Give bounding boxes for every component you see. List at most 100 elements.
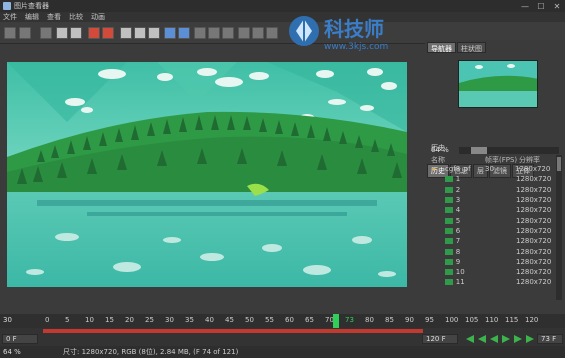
timeline-ruler[interactable]: 30 0 5 10 15 20 25 30 35 40 45 50 55 60 65 70 73 80 85 90 9… xyxy=(0,314,565,328)
history-frame-row[interactable]: 9 1280x720 xyxy=(431,257,559,267)
menu-file[interactable]: 文件 xyxy=(3,12,17,22)
open-folder-icon[interactable] xyxy=(4,27,16,39)
timeline-tick-label: 0 xyxy=(45,316,50,324)
history-frame-row[interactable]: 1 1280x720 xyxy=(431,174,559,184)
frame-name: 5 xyxy=(455,216,461,225)
timeline-tick-label: 30 xyxy=(165,316,174,324)
maximize-button[interactable]: ☐ xyxy=(533,0,549,12)
history-top-row[interactable]: ▸ cgf8_pf 30 1280x720 xyxy=(431,164,559,174)
scroll-thumb[interactable] xyxy=(557,157,561,171)
tab-histogram[interactable]: 柱状图 xyxy=(457,42,486,53)
timeline-tick-label: 100 xyxy=(445,316,459,324)
frame-resolution: 1280x720 xyxy=(515,196,552,205)
color-picker-2-icon[interactable] xyxy=(102,27,114,39)
fit-view-icon[interactable] xyxy=(164,27,176,39)
timeline-tick-label: 120 xyxy=(525,316,539,324)
step-forward-icon[interactable] xyxy=(514,335,522,343)
frame-resolution: 1280x720 xyxy=(515,226,552,235)
timeline-tick-label: 85 xyxy=(385,316,394,324)
minimize-button[interactable]: — xyxy=(517,0,533,12)
menu-animation[interactable]: 动画 xyxy=(91,12,105,22)
timeline-tick-label: 35 xyxy=(185,316,194,324)
history-list: ▸ cgf8_pf 30 1280x720 1 1280x720 2 1280x720… xyxy=(431,164,559,288)
history-frame-row[interactable]: 3 1280x720 xyxy=(431,195,559,205)
play-reverse-icon[interactable] xyxy=(490,335,498,343)
timeline-tick-label: 95 xyxy=(425,316,434,324)
history-frame-row[interactable]: 8 1280x720 xyxy=(431,246,559,256)
timeline-tick-label: 5 xyxy=(65,316,70,324)
history-frame-row[interactable]: 11 1280x720 xyxy=(431,277,559,287)
playhead[interactable] xyxy=(332,314,339,328)
frame-resolution: 1280x720 xyxy=(515,257,552,266)
save-icon[interactable] xyxy=(19,27,31,39)
status-info: 尺寸: 1280x720, RGB (8位), 2.84 MB, (F 74 o… xyxy=(63,348,239,356)
frame-name: 10 xyxy=(455,268,465,277)
timeline: 30 0 5 10 15 20 25 30 35 40 45 50 55 60 65 70 73 80 85 90 9… xyxy=(0,314,565,358)
frame-resolution: 1280x720 xyxy=(515,268,552,277)
current-frame-field[interactable]: 73 F xyxy=(537,334,563,344)
timeline-tick-label: 50 xyxy=(245,316,254,324)
history-heading: 历史 xyxy=(431,144,445,152)
frame-thumb-icon xyxy=(445,217,453,224)
history-frame-row[interactable]: 10 1280x720 xyxy=(431,267,559,277)
frame-thumb-icon xyxy=(445,248,453,255)
compare-a-icon[interactable] xyxy=(120,27,132,39)
history-scrollbar[interactable] xyxy=(556,155,562,300)
watermark-url: www.3kjs.com xyxy=(324,42,388,52)
image-save-icon[interactable] xyxy=(70,27,82,39)
menu-bar: 文件 编辑 查看 比较 动画 xyxy=(0,12,565,22)
layers-icon[interactable] xyxy=(222,27,234,39)
zoom-handle[interactable] xyxy=(471,146,487,154)
frame-name: 4 xyxy=(455,206,461,215)
frame-thumb-icon xyxy=(445,258,453,265)
navigator-thumbnail[interactable] xyxy=(458,60,538,108)
frame-name: 8 xyxy=(455,247,461,256)
tab-navigator[interactable]: 导航器 xyxy=(427,42,456,53)
panels-icon[interactable] xyxy=(266,27,278,39)
frame-thumb-icon xyxy=(445,227,453,234)
history-frame-row[interactable]: 2 1280x720 xyxy=(431,185,559,195)
compare-ab-icon[interactable] xyxy=(148,27,160,39)
timeline-tick-label: 55 xyxy=(265,316,274,324)
image-canvas[interactable] xyxy=(7,62,407,287)
history-frame-row[interactable]: 4 1280x720 xyxy=(431,205,559,215)
menu-view[interactable]: 查看 xyxy=(47,12,61,22)
timeline-tick-label: 90 xyxy=(405,316,414,324)
timeline-tick-label: 60 xyxy=(285,316,294,324)
timeline-tick-label: 20 xyxy=(125,316,134,324)
timeline-tick-label: 105 xyxy=(465,316,479,324)
timeline-tick-label: 15 xyxy=(105,316,114,324)
frame-name: 11 xyxy=(455,278,465,287)
frame-resolution: 1280x720 xyxy=(515,216,552,225)
frame-thumb-icon xyxy=(445,186,453,193)
step-back-icon[interactable] xyxy=(478,335,486,343)
frame-name: 2 xyxy=(455,185,461,194)
frame-name: 6 xyxy=(455,226,461,235)
compare-b-icon[interactable] xyxy=(134,27,146,39)
frame-resolution: 1280x720 xyxy=(515,237,552,246)
color-picker-icon[interactable] xyxy=(88,27,100,39)
rgb-icon[interactable] xyxy=(194,27,206,39)
watermark-text: 科技师 xyxy=(324,17,384,41)
end-frame-field[interactable]: 120 F xyxy=(422,334,458,344)
start-frame-field[interactable]: 0 F xyxy=(2,334,38,344)
histogram-icon[interactable] xyxy=(208,27,220,39)
first-frame-icon[interactable] xyxy=(466,335,474,343)
play-icon[interactable] xyxy=(502,335,510,343)
stop-icon[interactable] xyxy=(40,27,52,39)
frame-name: 9 xyxy=(455,257,461,266)
stereo-icon[interactable] xyxy=(238,27,250,39)
image-icon[interactable] xyxy=(56,27,68,39)
close-button[interactable]: ✕ xyxy=(549,0,565,12)
menu-compare[interactable]: 比较 xyxy=(69,12,83,22)
history-frame-row[interactable]: 6 1280x720 xyxy=(431,226,559,236)
frame-resolution: 1280x720 xyxy=(515,175,552,184)
zoom-slider[interactable] xyxy=(459,146,559,154)
history-frame-row[interactable]: 7 1280x720 xyxy=(431,236,559,246)
history-frame-row[interactable]: 5 1280x720 xyxy=(431,215,559,225)
channels-icon[interactable] xyxy=(178,27,190,39)
last-frame-icon[interactable] xyxy=(526,335,534,343)
frame-thumb-icon xyxy=(445,207,453,214)
menu-edit[interactable]: 编辑 xyxy=(25,12,39,22)
film-icon[interactable] xyxy=(252,27,264,39)
